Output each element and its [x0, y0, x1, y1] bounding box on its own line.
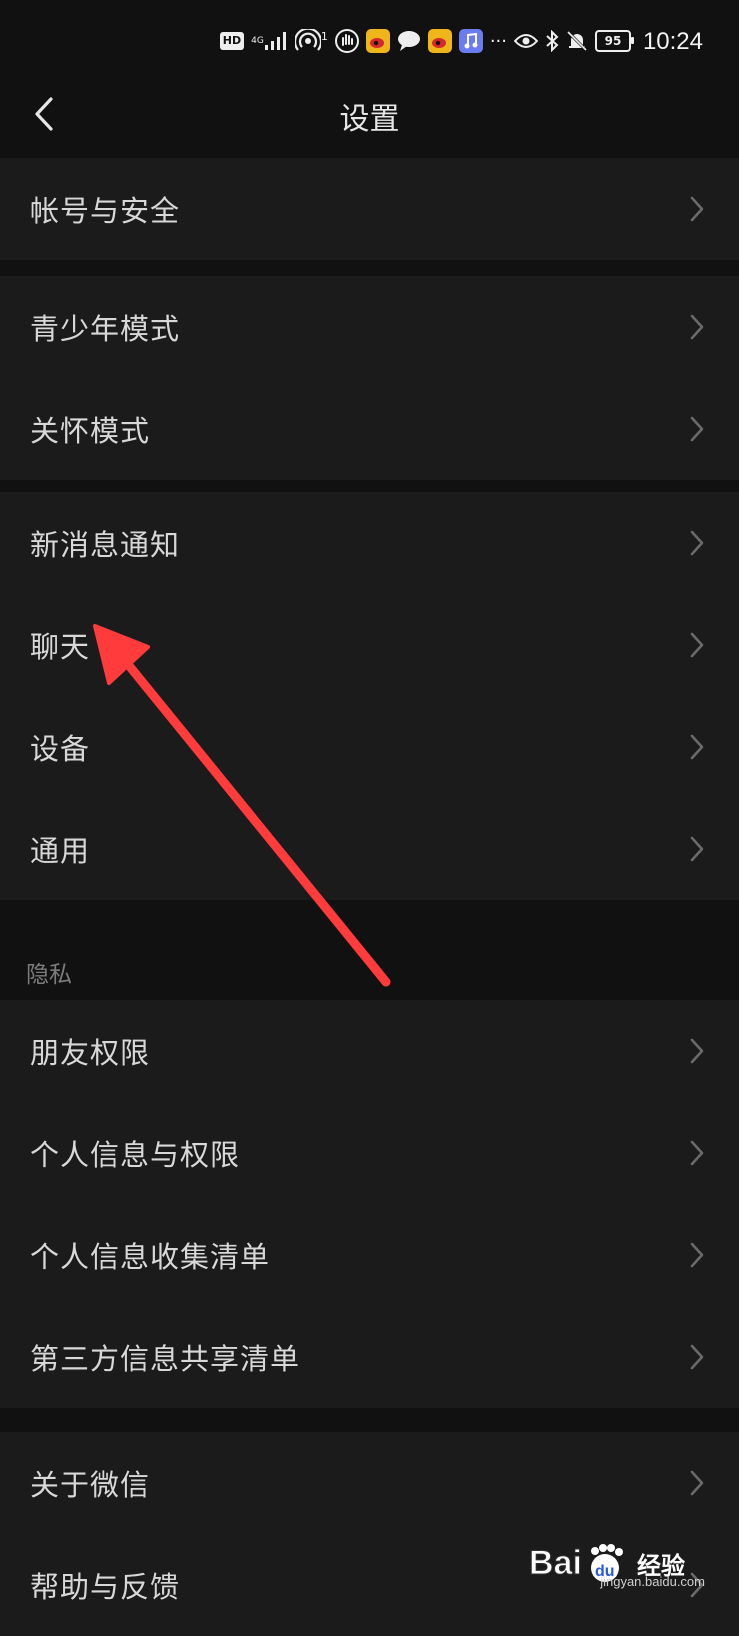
hand-icon — [334, 28, 359, 54]
nav-bar: 设置 — [0, 80, 739, 154]
settings-item-label: 帐号与安全 — [30, 194, 181, 228]
settings-item-chat[interactable]: 聊天 — [0, 594, 739, 696]
settings-item-personal-info-collection[interactable]: 个人信息收集清单 — [0, 1204, 739, 1306]
battery-level: 95 — [604, 34, 622, 48]
settings-item-label: 朋友权限 — [30, 1036, 151, 1070]
chevron-right-icon — [690, 632, 704, 658]
chevron-right-icon — [690, 1470, 704, 1496]
battery-icon: 95 — [595, 30, 634, 52]
settings-item-friend-permissions[interactable]: 朋友权限 — [0, 1000, 739, 1102]
settings-item-teen-mode[interactable]: 青少年模式 — [0, 276, 739, 378]
settings-item-label: 设备 — [30, 732, 91, 766]
settings-item-account-security[interactable]: 帐号与安全 — [0, 158, 739, 260]
hd-badge: HD — [219, 32, 245, 50]
chevron-right-icon — [690, 314, 704, 340]
settings-item-devices[interactable]: 设备 — [0, 696, 739, 798]
weibo-icon — [365, 29, 390, 53]
network-type: 4G — [251, 35, 264, 46]
chevron-right-icon — [690, 1038, 704, 1064]
bell-muted-icon — [566, 28, 588, 54]
weibo-icon — [427, 29, 452, 53]
chevron-right-icon — [690, 530, 704, 556]
chevron-right-icon — [690, 196, 704, 222]
settings-item-notifications[interactable]: 新消息通知 — [0, 492, 739, 594]
settings-item-label: 个人信息与权限 — [30, 1138, 241, 1172]
settings-item-label: 新消息通知 — [30, 528, 181, 562]
settings-item-general[interactable]: 通用 — [0, 798, 739, 900]
eye-icon — [514, 28, 538, 54]
hotspot-icon: 1 — [294, 28, 328, 54]
status-icons: HD 4G 1 ··· 95 — [219, 26, 634, 56]
chevron-right-icon — [690, 734, 704, 760]
chat-bubble-icon — [397, 28, 421, 54]
settings-item-label: 个人信息收集清单 — [30, 1240, 271, 1274]
settings-item-label: 关于微信 — [30, 1468, 151, 1502]
settings-item-third-party-sharing[interactable]: 第三方信息共享清单 — [0, 1306, 739, 1408]
svg-text:Bai: Bai — [529, 1544, 582, 1582]
more-indicator: ··· — [489, 30, 507, 52]
status-bar: HD 4G 1 ··· 95 10:24 — [0, 0, 739, 80]
signal-icon: 4G — [251, 28, 288, 54]
settings-group-account: 帐号与安全 — [0, 158, 739, 260]
settings-item-personal-info-permissions[interactable]: 个人信息与权限 — [0, 1102, 739, 1204]
hotspot-count: 1 — [320, 29, 328, 43]
chevron-right-icon — [690, 416, 704, 442]
settings-group-general: 新消息通知 聊天 设备 通用 — [0, 492, 739, 900]
settings-item-label: 第三方信息共享清单 — [30, 1342, 301, 1376]
settings-item-label: 关怀模式 — [30, 414, 151, 448]
watermark-url: jingyan.baidu.com — [600, 1574, 705, 1589]
settings-item-label: 通用 — [30, 834, 91, 868]
chevron-right-icon — [690, 836, 704, 862]
music-app-icon — [458, 29, 483, 53]
page-title: 设置 — [339, 102, 400, 137]
settings-item-care-mode[interactable]: 关怀模式 — [0, 378, 739, 480]
chevron-right-icon — [690, 1344, 704, 1370]
settings-item-label: 青少年模式 — [30, 312, 181, 346]
settings-group-privacy: 朋友权限 个人信息与权限 个人信息收集清单 第三方信息共享清单 — [0, 1000, 739, 1408]
settings-item-label: 聊天 — [30, 630, 91, 664]
chevron-right-icon — [690, 1242, 704, 1268]
chevron-right-icon — [690, 1140, 704, 1166]
section-title-privacy: 隐私 — [26, 962, 72, 988]
bluetooth-icon — [545, 28, 559, 54]
status-time: 10:24 — [642, 28, 703, 55]
settings-group-modes: 青少年模式 关怀模式 — [0, 276, 739, 480]
settings-item-about-wechat[interactable]: 关于微信 — [0, 1432, 739, 1534]
